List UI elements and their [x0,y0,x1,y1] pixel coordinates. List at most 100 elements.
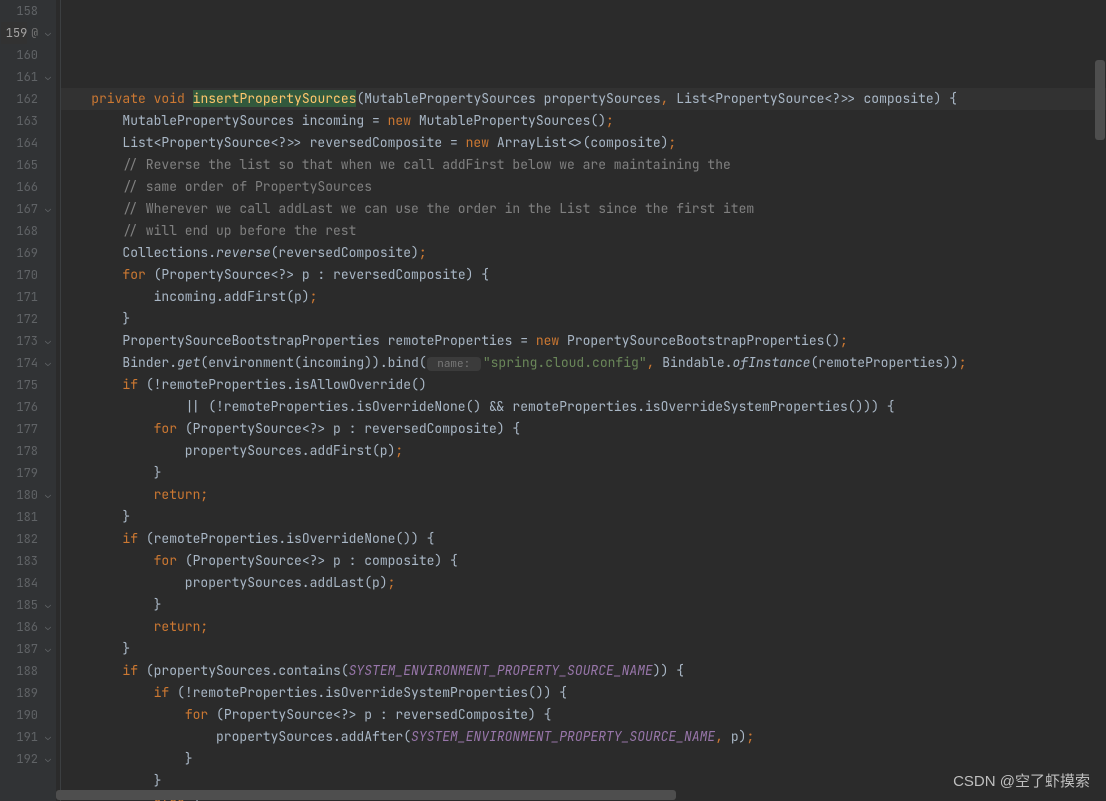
code-line[interactable]: } [60,462,1106,484]
code-line[interactable]: } [60,308,1106,330]
code-line[interactable]: } [60,506,1106,528]
code-line[interactable]: if (remoteProperties.isOverrideNone()) { [60,528,1106,550]
fold-icon[interactable]: ⌄ [42,616,54,638]
line-number: 170 [12,264,38,286]
code-line[interactable]: private void insertPropertySources(Mutab… [60,88,1106,110]
gutter-row[interactable]: 185⌄ [0,594,56,616]
gutter-row[interactable]: 192⌄ [0,748,56,770]
gutter-row[interactable]: 164 [0,132,56,154]
gutter-row[interactable]: 176 [0,396,56,418]
code-line[interactable]: List<PropertySource<?>> reversedComposit… [60,132,1106,154]
line-number: 182 [12,528,38,550]
gutter-row[interactable]: 183 [0,550,56,572]
gutter-row[interactable]: 166 [0,176,56,198]
gutter[interactable]: 158159@⌄160161⌄162163164165166167⌄168169… [0,0,56,801]
code-line[interactable]: // Reverse the list so that when we call… [60,154,1106,176]
gutter-row[interactable]: 188 [0,660,56,682]
gutter-row[interactable]: 163 [0,110,56,132]
line-number: 164 [12,132,38,154]
inlay-hint: name: [427,357,481,371]
gutter-row[interactable]: 191⌄ [0,726,56,748]
gutter-row[interactable]: 184 [0,572,56,594]
gutter-row[interactable]: 186⌄ [0,616,56,638]
line-number: 192 [12,748,38,770]
gutter-row[interactable]: 170 [0,264,56,286]
line-number: 178 [12,440,38,462]
breakpoint-icon[interactable]: @ [31,22,38,44]
code-line[interactable]: for (PropertySource<?> p : reversedCompo… [60,704,1106,726]
fold-icon[interactable]: ⌄ [42,484,54,506]
gutter-row[interactable]: 173⌄ [0,330,56,352]
gutter-row[interactable]: 178 [0,440,56,462]
code-line[interactable]: // will end up before the rest [60,220,1106,242]
code-line[interactable]: if (!remoteProperties.isAllowOverride() [60,374,1106,396]
fold-icon[interactable]: ⌄ [42,198,54,220]
gutter-row[interactable]: 175 [0,374,56,396]
line-number: 185 [12,594,38,616]
gutter-row[interactable]: 161⌄ [0,66,56,88]
code-line[interactable]: Collections.reverse(reversedComposite); [60,242,1106,264]
gutter-row[interactable]: 159@⌄ [0,22,56,44]
code-line[interactable] [60,66,1106,88]
code-line[interactable]: propertySources.addAfter(SYSTEM_ENVIRONM… [60,726,1106,748]
gutter-row[interactable]: 168 [0,220,56,242]
code-line[interactable]: if (!remoteProperties.isOverrideSystemPr… [60,682,1106,704]
gutter-row[interactable]: 189 [0,682,56,704]
code-line[interactable]: return; [60,616,1106,638]
code-line[interactable]: propertySources.addLast(p); [60,572,1106,594]
fold-icon[interactable]: ⌄ [42,22,54,44]
code-line[interactable]: PropertySourceBootstrapProperties remote… [60,330,1106,352]
code-line[interactable]: propertySources.addFirst(p); [60,440,1106,462]
fold-icon[interactable]: ⌄ [42,352,54,374]
gutter-row[interactable]: 167⌄ [0,198,56,220]
line-number: 167 [12,198,38,220]
gutter-row[interactable]: 187⌄ [0,638,56,660]
code-line[interactable]: } [60,594,1106,616]
code-line[interactable]: for (PropertySource<?> p : reversedCompo… [60,264,1106,286]
gutter-row[interactable]: 174⌄ [0,352,56,374]
horizontal-scroll-thumb[interactable] [56,790,676,800]
gutter-row[interactable]: 162 [0,88,56,110]
line-number: 184 [12,572,38,594]
line-number: 189 [12,682,38,704]
code-line[interactable]: return; [60,484,1106,506]
code-editor[interactable]: 158159@⌄160161⌄162163164165166167⌄168169… [0,0,1106,801]
code-line[interactable]: // Wherever we call addLast we can use t… [60,198,1106,220]
code-line[interactable]: } [60,638,1106,660]
line-number: 175 [12,374,38,396]
vertical-scroll-thumb[interactable] [1095,60,1105,140]
code-line[interactable]: incoming.addFirst(p); [60,286,1106,308]
fold-icon[interactable]: ⌄ [42,66,54,88]
code-line[interactable]: } [60,748,1106,770]
fold-icon[interactable]: ⌄ [42,748,54,770]
code-line[interactable]: for (PropertySource<?> p : reversedCompo… [60,418,1106,440]
gutter-row[interactable]: 172 [0,308,56,330]
code-area[interactable]: private void insertPropertySources(Mutab… [56,0,1106,801]
gutter-row[interactable]: 165 [0,154,56,176]
line-number: 158 [12,0,38,22]
horizontal-scrollbar[interactable] [56,789,1094,801]
code-line[interactable]: for (PropertySource<?> p : composite) { [60,550,1106,572]
gutter-row[interactable]: 182 [0,528,56,550]
gutter-row[interactable]: 158 [0,0,56,22]
gutter-row[interactable]: 179 [0,462,56,484]
code-line[interactable]: // same order of PropertySources [60,176,1106,198]
fold-icon[interactable]: ⌄ [42,726,54,748]
line-number: 181 [12,506,38,528]
code-line[interactable]: MutablePropertySources incoming = new Mu… [60,110,1106,132]
gutter-row[interactable]: 180⌄ [0,484,56,506]
gutter-row[interactable]: 160 [0,44,56,66]
gutter-row[interactable]: 171 [0,286,56,308]
fold-icon[interactable]: ⌄ [42,594,54,616]
fold-icon[interactable]: ⌄ [42,638,54,660]
gutter-row[interactable]: 181 [0,506,56,528]
fold-icon[interactable]: ⌄ [42,330,54,352]
gutter-row[interactable]: 177 [0,418,56,440]
code-line[interactable]: || (!remoteProperties.isOverrideNone() &… [60,396,1106,418]
line-number: 179 [12,462,38,484]
code-line[interactable]: if (propertySources.contains(SYSTEM_ENVI… [60,660,1106,682]
code-line[interactable]: Binder.get(environment(incoming)).bind( … [60,352,1106,374]
gutter-row[interactable]: 169 [0,242,56,264]
vertical-scrollbar[interactable] [1094,0,1106,781]
gutter-row[interactable]: 190 [0,704,56,726]
